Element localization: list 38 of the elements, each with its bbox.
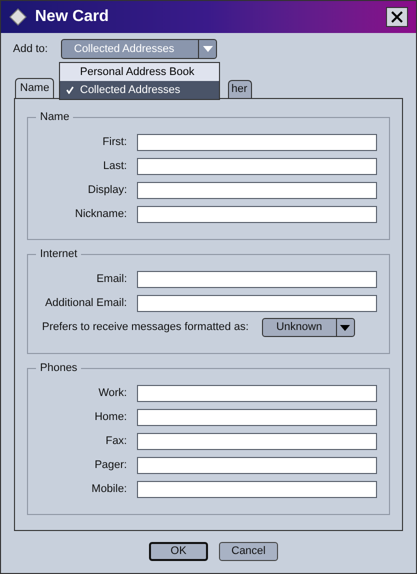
- field-label: First:: [102, 135, 128, 150]
- text-field[interactable]: [137, 295, 377, 312]
- field-label: Additional Email:: [44, 296, 128, 312]
- field-label: Work:: [97, 386, 128, 402]
- tab[interactable]: Name: [15, 78, 54, 98]
- add-to-label: Add to:: [13, 42, 49, 57]
- field-label: Last:: [102, 159, 128, 174]
- text-field[interactable]: [137, 409, 377, 426]
- text-field[interactable]: [137, 206, 377, 223]
- check-icon: [66, 86, 74, 94]
- menu-item[interactable]: Collected Addresses: [60, 81, 219, 99]
- format-dropdown[interactable]: Unknown: [262, 318, 355, 337]
- dialog-button[interactable]: Cancel: [219, 542, 278, 561]
- field-label: Home:: [94, 410, 128, 426]
- field-label: Nickname:: [74, 207, 128, 222]
- text-field[interactable]: [137, 481, 377, 498]
- field-label: Mobile:: [90, 482, 128, 498]
- format-label: Prefers to receive messages formatted as:: [41, 320, 249, 336]
- card-icon: [9, 8, 27, 26]
- text-field[interactable]: [137, 271, 377, 288]
- dropdown-arrow-icon: [202, 46, 212, 52]
- text-field[interactable]: [137, 158, 377, 175]
- field-label: Email:: [95, 272, 128, 288]
- window-title: New Card: [35, 7, 109, 27]
- field-label: Display:: [86, 183, 128, 198]
- tab[interactable]: her: [228, 80, 252, 98]
- field-label: Pager:: [94, 458, 128, 474]
- text-field[interactable]: [137, 457, 377, 474]
- field-label: Fax:: [104, 434, 128, 450]
- text-field[interactable]: [137, 385, 377, 402]
- dialog-button[interactable]: OK: [149, 542, 208, 561]
- text-field[interactable]: [137, 182, 377, 199]
- text-field[interactable]: [137, 134, 377, 151]
- menu-item[interactable]: Personal Address Book: [60, 63, 219, 81]
- dropdown-arrow-icon: [340, 324, 350, 330]
- text-field[interactable]: [137, 433, 377, 450]
- close-button[interactable]: [386, 7, 408, 27]
- close-icon: [391, 11, 403, 23]
